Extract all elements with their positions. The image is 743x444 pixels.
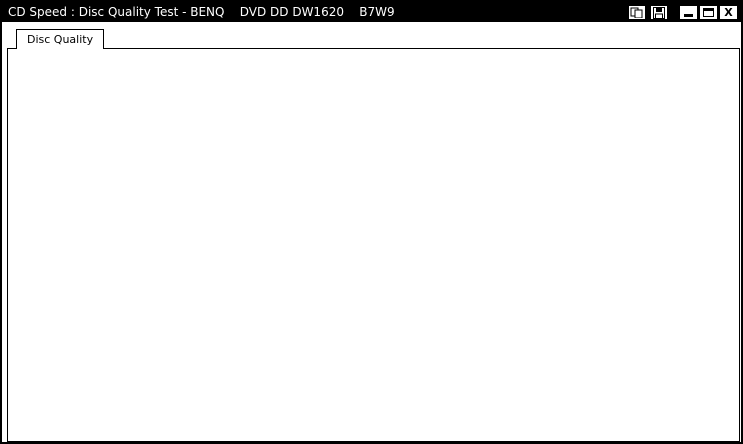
- save-results-button[interactable]: [650, 5, 668, 20]
- title-bar: CD Speed : Disc Quality Test - BENQ DVD …: [2, 2, 741, 22]
- minimize-button[interactable]: [679, 5, 698, 20]
- close-button[interactable]: X: [719, 5, 738, 20]
- copy-results-button[interactable]: [628, 5, 646, 20]
- copy-icon: [630, 7, 643, 19]
- app-window: CD Speed : Disc Quality Test - BENQ DVD …: [0, 0, 743, 444]
- maximize-button[interactable]: [699, 5, 718, 20]
- save-icon: [653, 7, 665, 20]
- minimize-icon: [684, 14, 693, 17]
- tab-disc-quality[interactable]: Disc Quality: [16, 29, 105, 49]
- window-title: CD Speed : Disc Quality Test - BENQ DVD …: [8, 5, 395, 19]
- close-icon: X: [724, 6, 733, 19]
- tab-page: [7, 48, 740, 442]
- maximize-icon: [703, 8, 714, 17]
